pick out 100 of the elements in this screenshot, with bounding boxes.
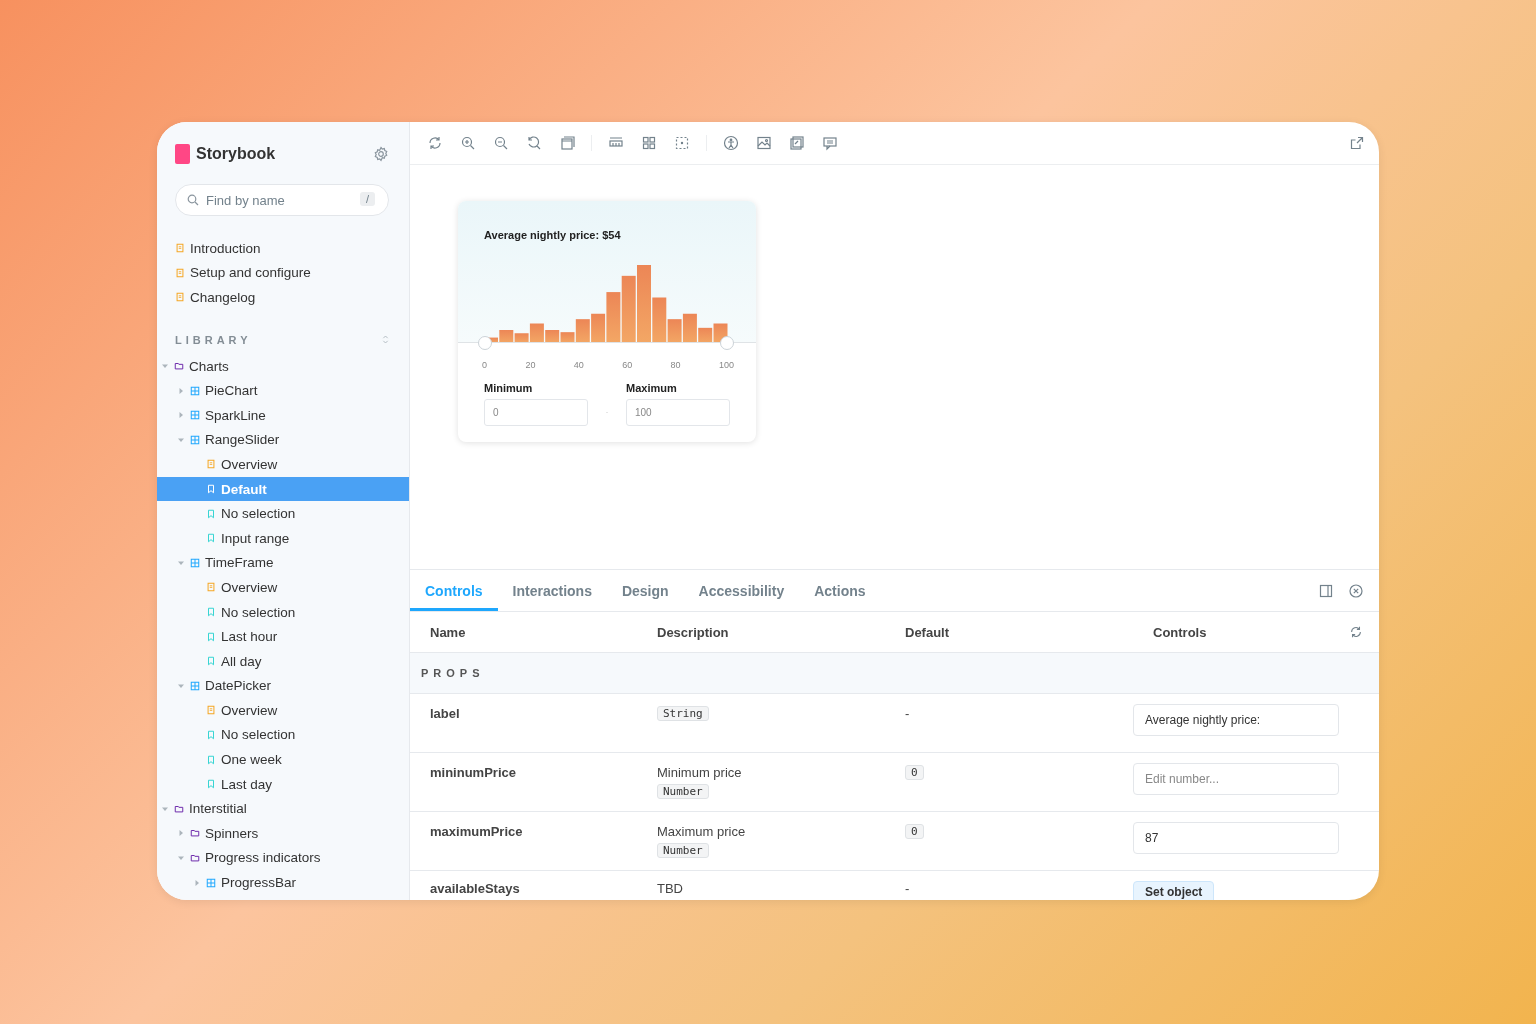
prop-description: Minimum price xyxy=(657,765,742,780)
axis-tick-label: 80 xyxy=(670,360,681,370)
bookmark-icon xyxy=(206,754,216,765)
brand-name: Storybook xyxy=(196,145,276,163)
document-icon xyxy=(206,582,216,593)
panel-tab[interactable]: Actions xyxy=(799,570,881,611)
tree-item[interactable]: Interstitial xyxy=(157,796,409,822)
zoom-in-icon[interactable] xyxy=(460,135,476,151)
input-field[interactable]: Edit number... xyxy=(1133,763,1339,795)
prop-name: label xyxy=(430,706,460,721)
set-object-button[interactable]: Set object xyxy=(1133,881,1215,900)
input-field[interactable]: Average nightly price: xyxy=(1133,704,1339,736)
input-field[interactable]: 87 xyxy=(1133,822,1339,854)
tree-item[interactable]: All day xyxy=(157,648,409,674)
section-label: LIBRARY xyxy=(175,333,252,346)
tree-item[interactable]: Overview xyxy=(157,698,409,723)
type-label: Number xyxy=(657,843,709,858)
tree-item[interactable]: SparkLine xyxy=(157,402,409,428)
window-icon[interactable] xyxy=(559,135,575,151)
card-title: Average nightly price: $54 xyxy=(484,229,622,241)
document-icon xyxy=(175,243,185,254)
tree-item[interactable]: No selection xyxy=(157,599,409,625)
folder-icon xyxy=(190,828,200,839)
tree-item[interactable]: No selection xyxy=(157,722,409,748)
tree-item[interactable]: Spinners xyxy=(157,821,409,846)
reset-zoom-icon[interactable] xyxy=(526,135,542,151)
tree-item[interactable]: One week xyxy=(157,747,409,772)
tree-item[interactable]: PieChart xyxy=(157,378,409,403)
tree-item[interactable]: Input range xyxy=(157,525,409,551)
input-field[interactable]: 0 xyxy=(484,399,588,426)
type-label: String xyxy=(657,706,709,721)
tree-item[interactable]: ProgressBar xyxy=(157,870,409,895)
field-label: Minimum xyxy=(484,382,534,394)
tree-item[interactable]: RangeSlider xyxy=(157,427,409,453)
bookmark-icon xyxy=(206,508,216,519)
zoom-out-icon[interactable] xyxy=(493,135,509,151)
tree-item[interactable]: Last day xyxy=(157,771,409,797)
axis-tick-label: 100 xyxy=(718,360,734,370)
tree-item[interactable]: Progress indicators xyxy=(157,845,409,871)
document-icon xyxy=(206,459,216,470)
grid-icon xyxy=(190,680,200,691)
bookmark-icon xyxy=(206,656,216,667)
settings-icon[interactable] xyxy=(373,146,389,162)
slider-handle[interactable] xyxy=(720,336,734,350)
comment-icon[interactable] xyxy=(822,135,838,151)
tree-item[interactable]: Setup and configure xyxy=(171,260,409,286)
image-icon[interactable] xyxy=(756,135,772,151)
accessibility-icon[interactable] xyxy=(723,135,739,151)
folder-icon xyxy=(174,361,184,372)
tree-item[interactable]: Overview xyxy=(157,452,409,477)
prop-name: maximumPrice xyxy=(430,824,523,839)
default-value: - xyxy=(905,881,910,896)
histogram-bar xyxy=(621,275,636,343)
tree-item[interactable]: DatePicker xyxy=(157,673,409,699)
input-field[interactable]: 100 xyxy=(626,399,730,426)
default-value: 0 xyxy=(905,824,924,839)
caret-icon xyxy=(177,829,185,838)
bookmark-icon xyxy=(206,607,216,617)
tree-item[interactable]: TimeFrame xyxy=(157,550,409,576)
axis-tick-label: 20 xyxy=(525,360,536,370)
document-icon xyxy=(175,292,185,303)
tree-item[interactable]: Last hour xyxy=(157,624,409,649)
field-label: Maximum xyxy=(626,382,678,394)
bookmark-icon xyxy=(206,631,216,642)
outline-icon[interactable] xyxy=(674,135,690,151)
logo-icon xyxy=(175,144,190,164)
document-icon xyxy=(175,267,185,278)
bookmark-icon xyxy=(206,533,216,544)
caret-icon xyxy=(177,411,185,420)
reset-icon[interactable] xyxy=(1349,625,1363,639)
type-label: Number xyxy=(657,784,709,799)
panel-tab[interactable]: Interactions xyxy=(497,570,607,611)
prop-description: TBD xyxy=(657,881,683,896)
tree-item[interactable]: Overview xyxy=(157,575,409,600)
sync-icon[interactable] xyxy=(427,135,443,151)
slider-handle[interactable] xyxy=(478,336,492,350)
grid-icon xyxy=(206,877,216,888)
bookmark-icon xyxy=(206,730,216,740)
section-label: PROPS xyxy=(421,667,485,679)
panel-tab[interactable]: Accessibility xyxy=(683,570,800,611)
document-icon xyxy=(206,705,216,716)
bookmark-icon xyxy=(206,779,216,790)
search-icon xyxy=(187,194,199,206)
close-icon[interactable] xyxy=(1349,583,1363,598)
prop-description: Maximum price xyxy=(657,824,746,839)
external-link-icon[interactable] xyxy=(1349,135,1365,151)
tree-item[interactable]: No selection xyxy=(157,501,409,526)
axis-tick-label: 40 xyxy=(573,360,584,370)
tree-item[interactable]: Charts xyxy=(157,353,409,379)
sidebar-layout-icon[interactable] xyxy=(1319,583,1333,598)
grid-icon[interactable] xyxy=(641,135,657,151)
grid-icon xyxy=(190,557,200,568)
layers-icon[interactable] xyxy=(789,135,805,151)
tree-item[interactable]: Changelog xyxy=(171,285,409,310)
histogram-bar xyxy=(713,323,728,343)
panel-tab[interactable]: Design xyxy=(606,570,684,611)
column-header: Controls xyxy=(1152,623,1207,642)
tree-item[interactable]: Introduction xyxy=(171,236,409,261)
grid-icon xyxy=(190,385,200,396)
grid-icon xyxy=(190,434,200,445)
